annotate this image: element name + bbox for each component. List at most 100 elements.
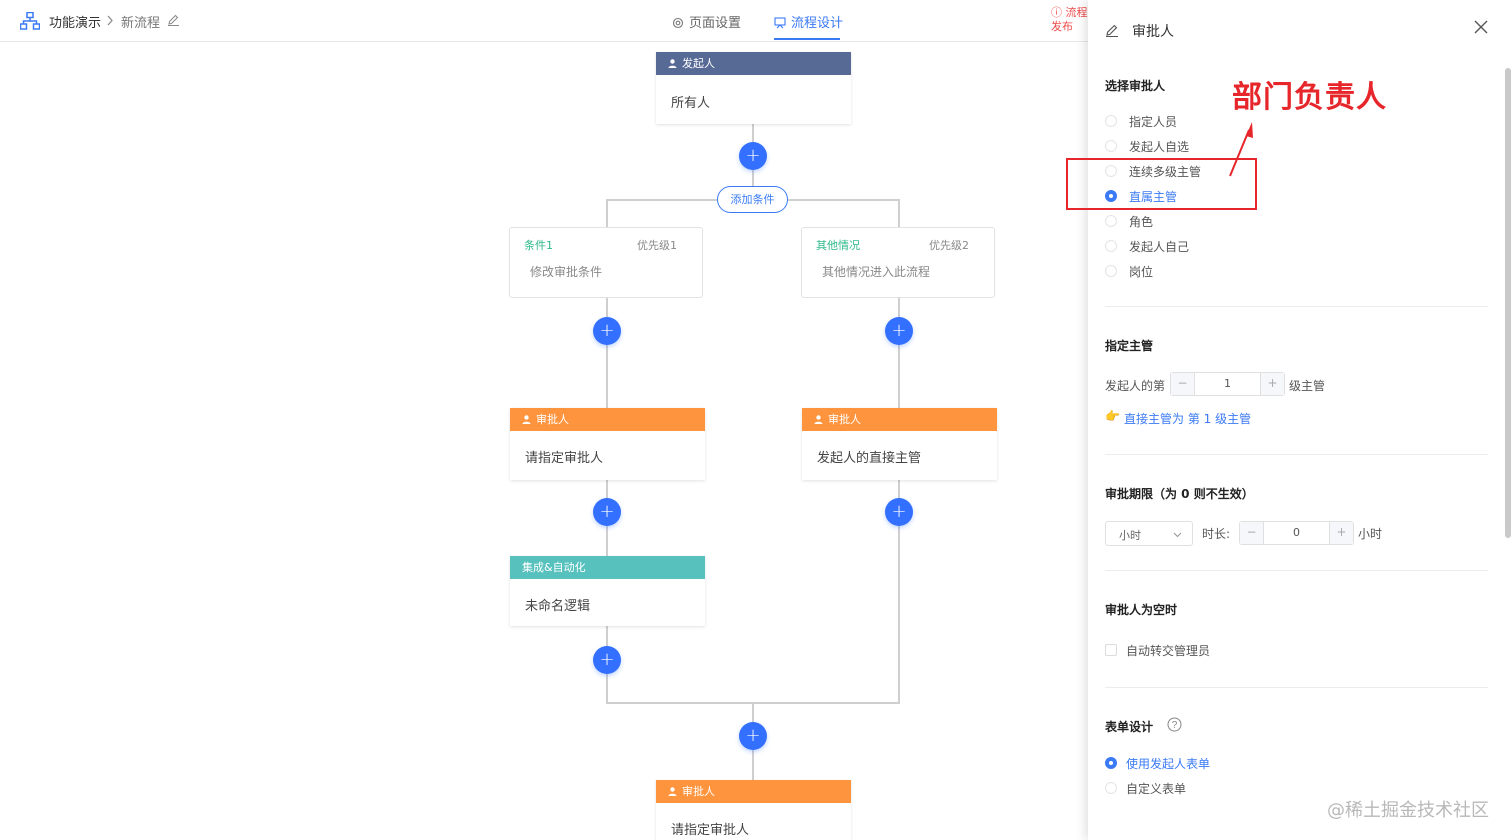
automation-node[interactable]: 集成&自动化 未命名逻辑: [510, 556, 705, 626]
condition-content: 其他情况进入此流程: [822, 265, 931, 279]
chevron-down-icon: [1173, 532, 1182, 538]
decrement-button[interactable]: −: [1171, 373, 1195, 395]
automation-node-title: 集成&自动化: [510, 556, 705, 579]
approver-node-right[interactable]: 审批人 发起人的直接主管: [802, 408, 997, 480]
add-node-button[interactable]: +: [593, 498, 621, 526]
approver-node-title: 审批人: [828, 413, 861, 426]
add-node-button[interactable]: +: [593, 317, 621, 345]
add-node-button[interactable]: +: [885, 498, 913, 526]
section-form-design: 表单设计: [1105, 720, 1154, 734]
edit-icon[interactable]: [1105, 23, 1119, 37]
user-icon: [522, 415, 531, 424]
time-unit-value: 小时: [1119, 529, 1141, 542]
user-icon: [668, 787, 677, 796]
breadcrumb-root[interactable]: 功能演示: [49, 12, 101, 31]
breadcrumb-current: 新流程: [121, 16, 161, 31]
deadline-stepper[interactable]: − 0 +: [1239, 521, 1354, 545]
add-node-button[interactable]: +: [593, 646, 621, 674]
radio-label: 自定义表单: [1126, 782, 1187, 796]
approver-node-left[interactable]: 审批人 请指定审批人: [510, 408, 705, 480]
connector-line: [606, 298, 608, 408]
supervisor-hint: 直接主管为 第 1 级主管: [1124, 412, 1252, 426]
start-node-content: 所有人: [671, 96, 711, 111]
add-node-button[interactable]: +: [885, 317, 913, 345]
alert-icon: ⓘ: [1051, 6, 1062, 19]
condition-priority: 优先级2: [929, 239, 969, 252]
publish-label-1: 流程: [1065, 6, 1088, 19]
approver-node-content: 发起人的直接主管: [817, 451, 922, 466]
condition-node-1[interactable]: 条件1 优先级1 修改审批条件: [509, 227, 703, 298]
chevron-right-icon: [107, 15, 113, 26]
condition-content: 修改审批条件: [530, 265, 603, 279]
tab-flow-design-label: 流程设计: [791, 16, 844, 31]
deadline-value[interactable]: 0: [1264, 522, 1329, 544]
annotation-text: 部门负责人: [1232, 80, 1387, 115]
radio-dot: [1105, 782, 1117, 794]
pointing-hand-icon: 👉: [1105, 409, 1120, 423]
radio-dot: [1105, 757, 1117, 769]
approver-node-content: 请指定审批人: [671, 823, 750, 838]
checkbox-label: 自动转交管理员: [1126, 644, 1211, 658]
radio-dot: [1105, 240, 1117, 252]
help-icon[interactable]: ?: [1167, 717, 1182, 732]
radio-label: 发起人自己: [1129, 240, 1190, 254]
section-deadline: 审批期限（为 0 则不生效）: [1105, 487, 1254, 501]
duration-label: 时长:: [1202, 527, 1231, 541]
add-condition-button[interactable]: 添加条件: [717, 186, 788, 213]
add-node-button[interactable]: +: [739, 142, 767, 170]
checkbox-box: [1105, 644, 1117, 656]
section-select-approver: 选择审批人: [1105, 79, 1166, 93]
section-empty-approver: 审批人为空时: [1105, 603, 1178, 617]
radio-dot: [1105, 265, 1117, 277]
condition-title: 其他情况: [816, 239, 860, 252]
supervisor-prefix: 发起人的第: [1105, 379, 1166, 393]
tab-page-settings-label: 页面设置: [689, 16, 742, 31]
radio-dot: [1105, 115, 1117, 127]
supervisor-suffix: 级主管: [1289, 379, 1326, 393]
deadline-suffix: 小时: [1358, 527, 1383, 541]
svg-text:?: ?: [1172, 720, 1178, 731]
annotation-arrow-icon: [1229, 122, 1253, 177]
close-icon[interactable]: [1472, 18, 1490, 36]
watermark: @稀土掘金技术社区: [1327, 800, 1489, 821]
approver-node-header: 审批人: [802, 408, 997, 431]
org-chart-icon: [20, 12, 40, 30]
connector-line: [606, 199, 608, 227]
connector-line: [898, 199, 900, 227]
increment-button[interactable]: +: [1329, 522, 1353, 544]
divider: [1105, 454, 1488, 455]
divider: [1105, 306, 1488, 307]
time-unit-select[interactable]: 小时: [1105, 521, 1193, 546]
start-node[interactable]: 发起人 所有人: [656, 52, 851, 124]
flow-icon: [774, 17, 786, 29]
add-node-button[interactable]: +: [739, 722, 767, 750]
approver-node-title: 审批人: [682, 785, 715, 798]
automation-node-content: 未命名逻辑: [525, 599, 591, 614]
user-icon: [668, 59, 677, 68]
user-icon: [814, 415, 823, 424]
publish-button[interactable]: ⓘ 流程 发布: [1051, 6, 1091, 34]
divider: [1105, 687, 1488, 688]
connector-line: [898, 298, 900, 408]
decrement-button[interactable]: −: [1240, 522, 1264, 544]
supervisor-level-value[interactable]: 1: [1195, 373, 1260, 395]
divider: [1105, 570, 1488, 571]
tab-page-settings[interactable]: 页面设置: [672, 12, 741, 31]
approver-node-bottom[interactable]: 审批人 请指定审批人: [656, 780, 851, 840]
condition-node-2[interactable]: 其他情况 优先级2 其他情况进入此流程: [801, 227, 995, 298]
active-tab-underline: [774, 38, 840, 40]
start-node-header: 发起人: [656, 52, 851, 75]
publish-label-2: 发布: [1051, 20, 1073, 33]
edit-icon[interactable]: [167, 13, 180, 26]
section-specified-supervisor: 指定主管: [1105, 339, 1154, 353]
flow-canvas: 发起人 所有人 + 添加条件 条件1 优先级1 修改审批条件 其他情况 优先级2…: [0, 42, 1088, 840]
tab-flow-design[interactable]: 流程设计: [774, 12, 843, 31]
condition-priority: 优先级1: [637, 239, 677, 252]
radio-label: 角色: [1129, 215, 1154, 229]
increment-button[interactable]: +: [1260, 373, 1284, 395]
scrollbar[interactable]: [1505, 68, 1511, 538]
condition-title: 条件1: [524, 239, 553, 252]
approver-node-content: 请指定审批人: [525, 451, 604, 466]
gear-icon: [672, 17, 684, 29]
supervisor-level-stepper[interactable]: − 1 +: [1170, 372, 1285, 396]
